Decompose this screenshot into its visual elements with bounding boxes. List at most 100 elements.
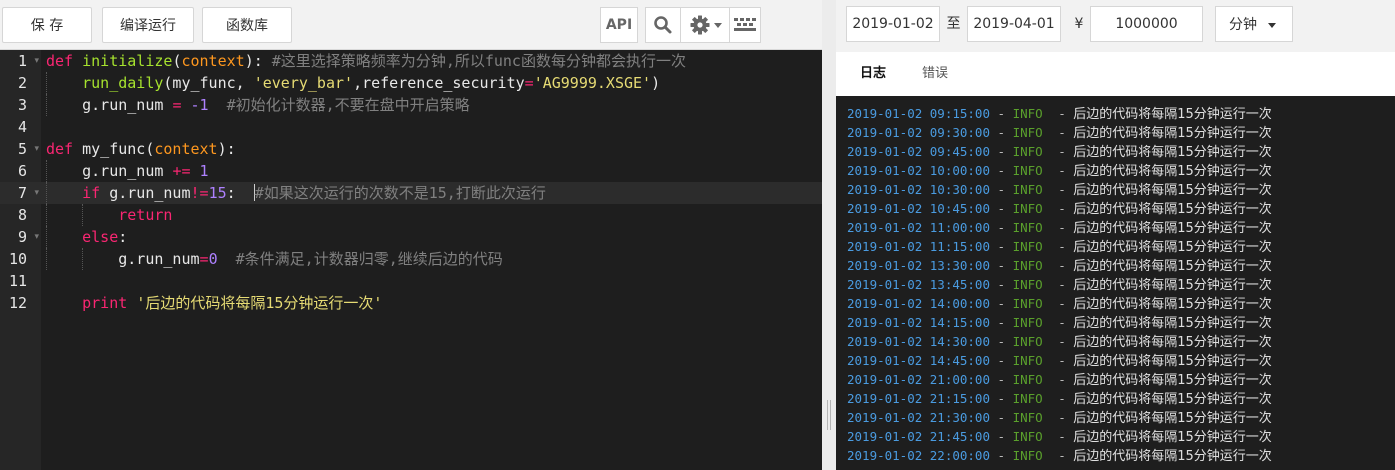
line-number: 3 <box>17 96 27 114</box>
search-button[interactable] <box>645 7 680 43</box>
currency-symbol: ¥ <box>1074 16 1084 32</box>
log-separator: - <box>1050 429 1074 444</box>
log-entry: 2019-01-02 13:30:00 - INFO - 后边的代码将每隔15分… <box>847 256 1272 275</box>
log-entry: 2019-01-02 11:15:00 - INFO - 后边的代码将每隔15分… <box>847 237 1272 256</box>
log-separator: - <box>1050 144 1074 159</box>
log-entry: 2019-01-02 22:00:00 - INFO - 后边的代码将每隔15分… <box>847 446 1272 465</box>
fold-arrow-icon[interactable]: ▾ <box>34 50 39 72</box>
log-timestamp: 2019-01-02 21:00:00 <box>847 372 990 387</box>
function-library-button[interactable]: 函数库 <box>202 7 292 43</box>
code-line: g.run_num=0 #条件满足,计数器归零,继续后边的代码 <box>41 248 822 270</box>
log-separator: - <box>990 448 1013 463</box>
log-level: INFO <box>1012 201 1043 216</box>
log-entry: 2019-01-02 13:45:00 - INFO - 后边的代码将每隔15分… <box>847 275 1272 294</box>
log-level: INFO <box>1012 163 1043 178</box>
log-entry: 2019-01-02 21:45:00 - INFO - 后边的代码将每隔15分… <box>847 427 1272 446</box>
log-entry: 2019-01-02 09:45:00 - INFO - 后边的代码将每隔15分… <box>847 142 1272 161</box>
fold-arrow-icon[interactable]: ▾ <box>34 226 39 248</box>
line-number: 9 <box>17 228 27 246</box>
log-timestamp: 2019-01-02 09:30:00 <box>847 125 990 140</box>
initial-capital-input[interactable]: 1000000 <box>1090 6 1203 42</box>
api-button[interactable]: API <box>600 7 638 43</box>
log-message: 后边的代码将每隔15分钟运行一次 <box>1073 107 1272 122</box>
log-separator: - <box>990 372 1013 387</box>
log-separator: - <box>1050 182 1074 197</box>
log-level: INFO <box>1012 144 1043 159</box>
panel-resize-handle[interactable] <box>822 0 836 470</box>
log-separator: - <box>1050 315 1074 330</box>
log-message: 后边的代码将每隔15分钟运行一次 <box>1073 202 1272 217</box>
search-icon <box>654 16 672 34</box>
log-timestamp: 2019-01-02 21:45:00 <box>847 429 990 444</box>
log-message: 后边的代码将每隔15分钟运行一次 <box>1073 411 1272 426</box>
line-number: 12 <box>8 294 27 312</box>
code-editor[interactable]: 1 ▾ 2 3 4 5 ▾ 6 7 ▾ 8 9 ▾ 10 11 12 def initi… <box>0 50 822 470</box>
line-number: 4 <box>17 118 27 136</box>
code-line-active: if g.run_num!=15: #如果这次运行的次数不是15,打断此次运行 <box>41 182 822 204</box>
code-area[interactable]: def initialize(context): #这里选择策略频率为分钟,所以… <box>41 50 822 470</box>
caret-down-icon <box>1268 23 1276 28</box>
start-date-input[interactable]: 2019-01-02 <box>846 6 940 42</box>
log-separator: - <box>1050 372 1074 387</box>
log-separator: - <box>990 277 1013 292</box>
log-level: INFO <box>1012 448 1043 463</box>
log-message: 后边的代码将每隔15分钟运行一次 <box>1073 449 1272 464</box>
end-date-input[interactable]: 2019-04-01 <box>967 6 1061 42</box>
tab-log[interactable]: 日志 <box>860 52 886 96</box>
line-number: 5 <box>17 140 27 158</box>
log-separator: - <box>1050 277 1074 292</box>
code-line: g.run_num = -1 #初始化计数器,不要在盘中开启策略 <box>41 94 822 116</box>
fold-arrow-icon[interactable]: ▾ <box>34 138 39 160</box>
log-timestamp: 2019-01-02 10:30:00 <box>847 182 990 197</box>
line-number: 7 <box>17 184 27 202</box>
log-message: 后边的代码将每隔15分钟运行一次 <box>1073 240 1272 255</box>
code-line: return <box>41 204 822 226</box>
code-line: run_daily(my_func, 'every_bar',reference… <box>41 72 822 94</box>
log-level: INFO <box>1012 372 1043 387</box>
editor-panel: 保 存 编译运行 函数库 API 1 ▾ 2 3 4 5 ▾ 6 7 ▾ 8 9… <box>0 0 822 470</box>
keyboard-shortcuts-button[interactable] <box>729 7 761 43</box>
compile-run-button[interactable]: 编译运行 <box>102 7 194 43</box>
frequency-value: 分钟 <box>1229 17 1257 33</box>
code-line: def my_func(context): <box>46 140 236 158</box>
log-separator: - <box>990 144 1013 159</box>
line-number: 1 <box>17 52 27 70</box>
settings-dropdown-button[interactable] <box>680 7 729 43</box>
log-entry: 2019-01-02 09:15:00 - INFO - 后边的代码将每隔15分… <box>847 104 1272 123</box>
log-entry: 2019-01-02 10:00:00 - INFO - 后边的代码将每隔15分… <box>847 161 1272 180</box>
code-line: def initialize(context): #这里选择策略频率为分钟,所以… <box>46 52 686 70</box>
log-timestamp: 2019-01-02 09:45:00 <box>847 144 990 159</box>
log-level: INFO <box>1012 315 1043 330</box>
frequency-select[interactable]: 分钟 <box>1215 6 1293 42</box>
log-separator: - <box>990 334 1013 349</box>
log-separator: - <box>990 106 1013 121</box>
log-separator: - <box>990 220 1013 235</box>
line-number: 6 <box>17 162 27 180</box>
log-separator: - <box>990 239 1013 254</box>
log-separator: - <box>1050 106 1074 121</box>
log-level: INFO <box>1012 182 1043 197</box>
log-entry: 2019-01-02 10:30:00 - INFO - 后边的代码将每隔15分… <box>847 180 1272 199</box>
log-separator: - <box>990 429 1013 444</box>
line-number: 11 <box>8 272 27 290</box>
log-separator: - <box>1050 220 1074 235</box>
log-separator: - <box>1050 296 1074 311</box>
log-separator: - <box>1050 334 1074 349</box>
tab-error[interactable]: 错误 <box>922 52 948 96</box>
log-separator: - <box>990 410 1013 425</box>
log-entry: 2019-01-02 21:30:00 - INFO - 后边的代码将每隔15分… <box>847 408 1272 427</box>
log-entry: 2019-01-02 21:00:00 - INFO - 后边的代码将每隔15分… <box>847 370 1272 389</box>
save-button[interactable]: 保 存 <box>2 7 92 43</box>
log-timestamp: 2019-01-02 22:00:00 <box>847 448 990 463</box>
log-timestamp: 2019-01-02 10:45:00 <box>847 201 990 216</box>
output-tabs: 日志 错误 <box>836 52 1395 96</box>
fold-arrow-icon[interactable]: ▾ <box>34 182 39 204</box>
backtest-panel: 2019-01-02 至 2019-04-01 ¥ 1000000 分钟 日志 … <box>836 0 1395 470</box>
log-timestamp: 2019-01-02 10:00:00 <box>847 163 990 178</box>
log-timestamp: 2019-01-02 09:15:00 <box>847 106 990 121</box>
log-message: 后边的代码将每隔15分钟运行一次 <box>1073 430 1272 445</box>
log-level: INFO <box>1012 239 1043 254</box>
drag-grip-icon <box>827 400 831 430</box>
log-output[interactable]: 2019-01-02 09:15:00 - INFO - 后边的代码将每隔15分… <box>836 96 1395 470</box>
log-separator: - <box>1050 163 1074 178</box>
